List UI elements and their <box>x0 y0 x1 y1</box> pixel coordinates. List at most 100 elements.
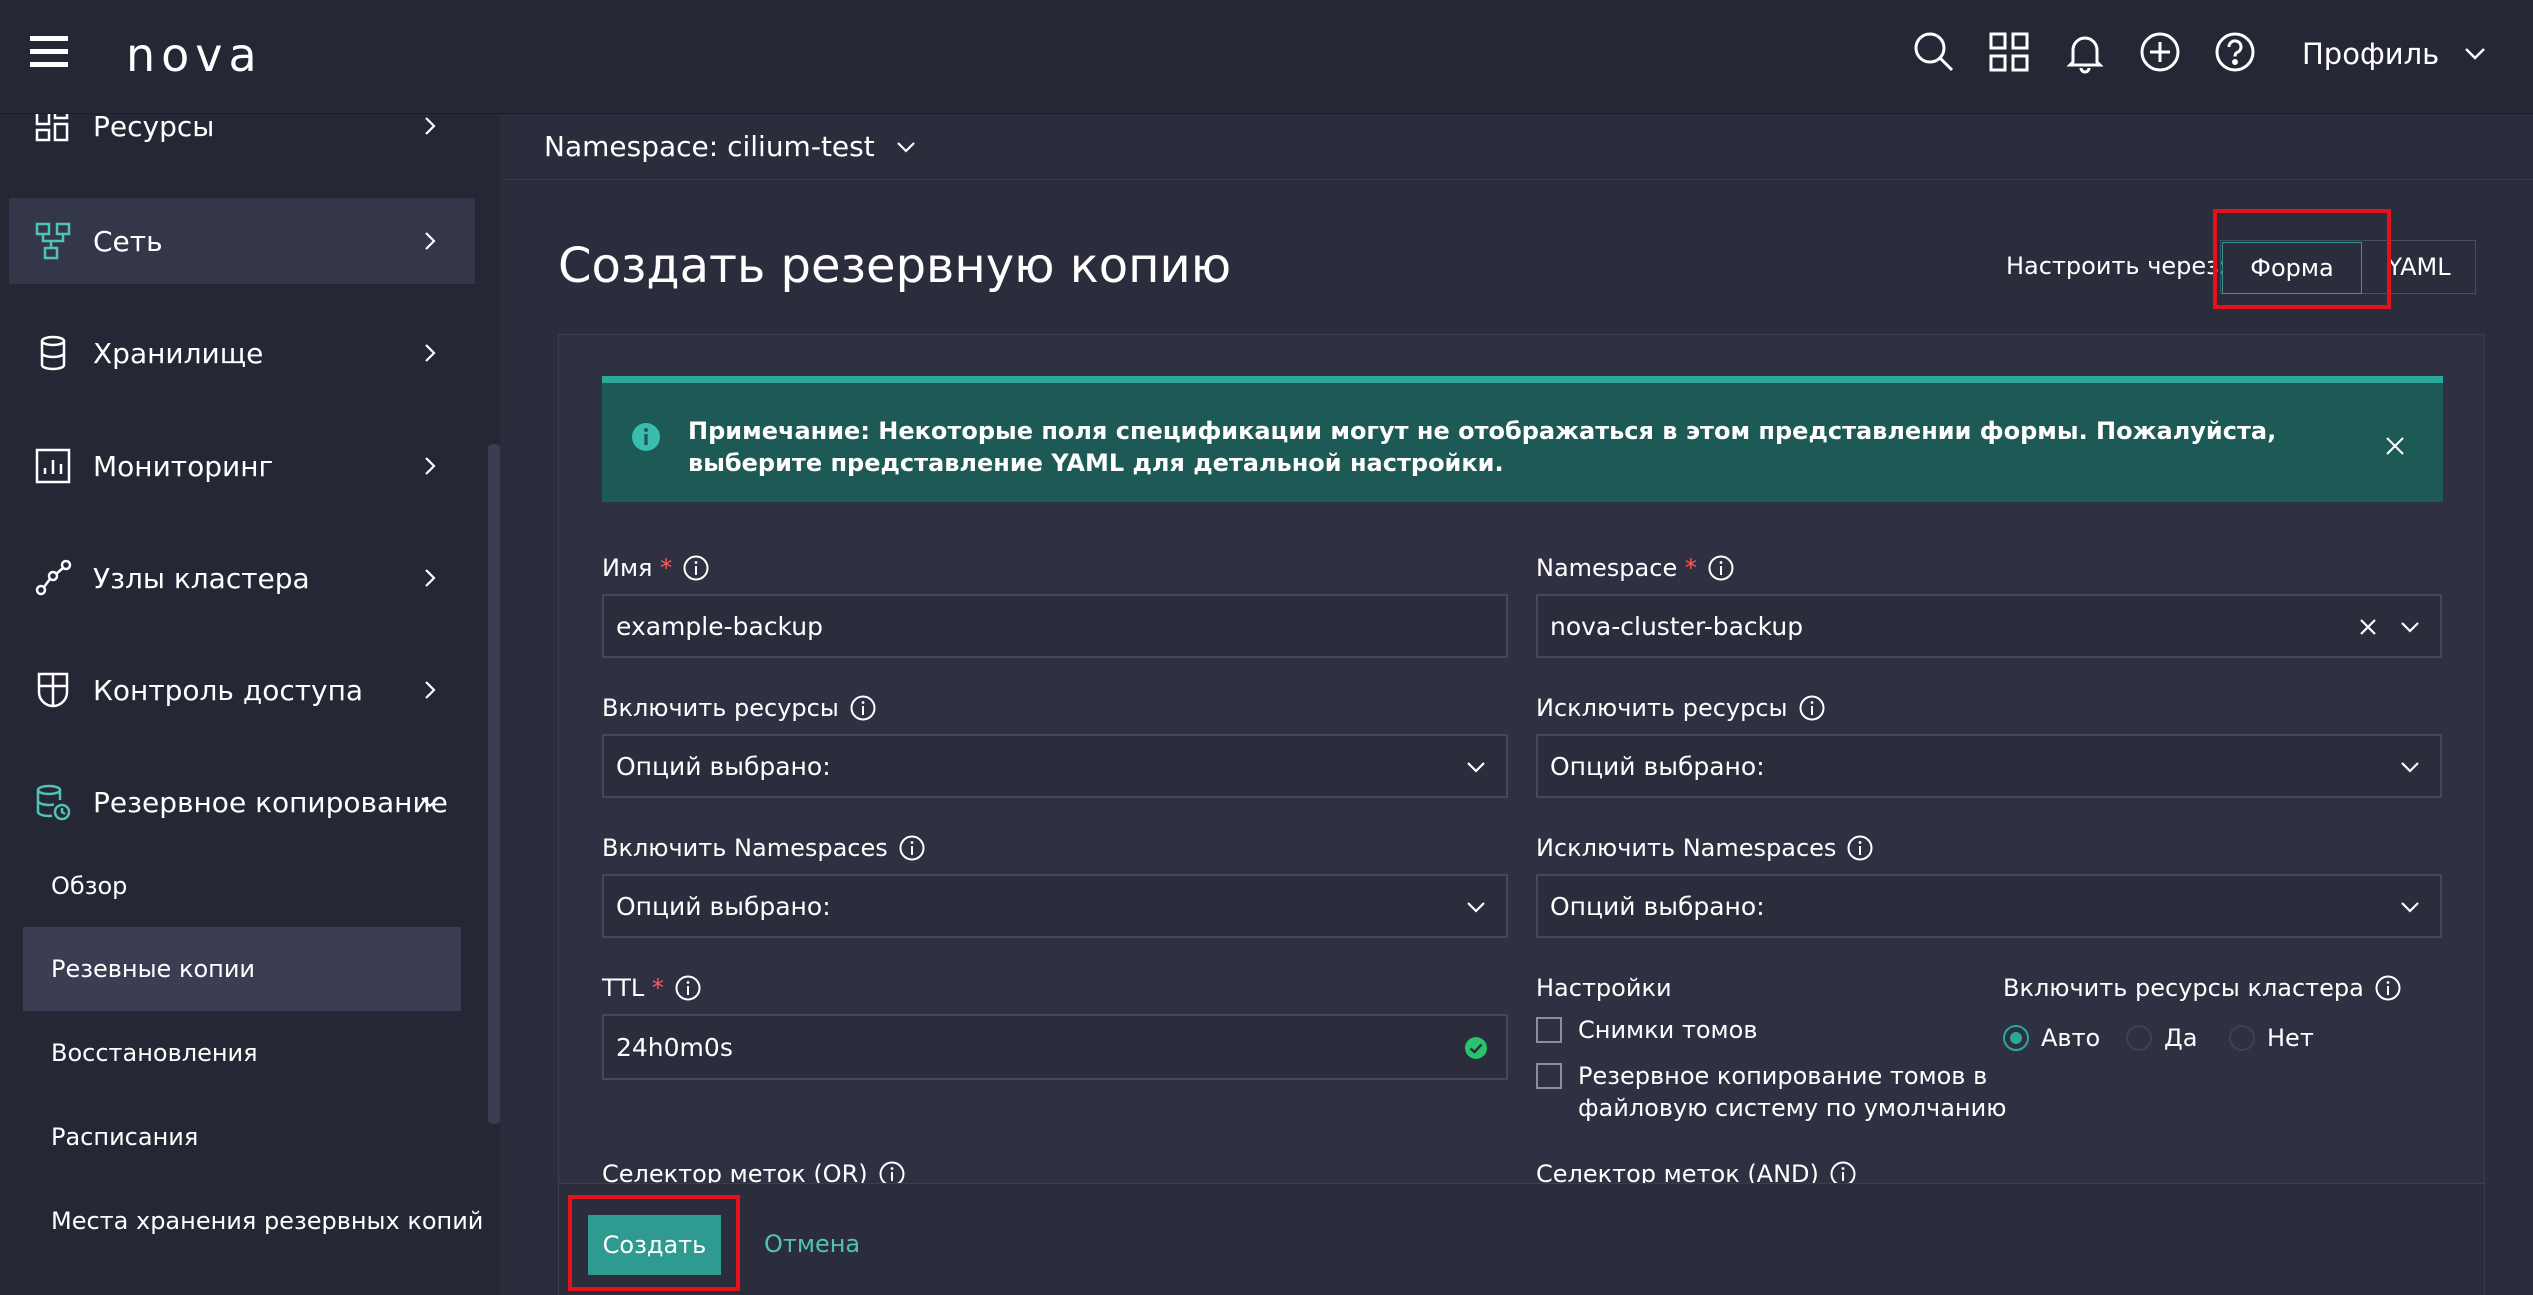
sidebar-item-monitoring[interactable]: Мониторинг <box>9 424 475 508</box>
chevron-right-icon <box>425 681 436 699</box>
search-icon[interactable] <box>1912 30 1956 74</box>
check-circle-icon <box>1465 1037 1487 1059</box>
nova-logo[interactable]: nova <box>126 28 263 82</box>
required-marker: * <box>1684 554 1697 582</box>
top-bar: nova Профиль <box>0 0 2533 114</box>
radio-button[interactable] <box>2003 1025 2029 1051</box>
notification-bell-icon[interactable] <box>2063 30 2107 74</box>
sidebar-item-label: Резервное копирование <box>93 785 448 819</box>
sidebar-item-cluster-nodes[interactable]: Узлы кластера <box>9 536 475 620</box>
namespace-selector[interactable]: Namespace: cilium-test <box>544 130 917 163</box>
sidebar-scrollbar[interactable] <box>488 444 500 1124</box>
shield-icon <box>37 672 69 708</box>
info-icon[interactable] <box>674 974 702 1002</box>
sidebar-item-storage[interactable]: Хранилище <box>9 311 475 395</box>
cluster-resources-label-text: Включить ресурсы кластера <box>2003 974 2364 1002</box>
app-grid-icon[interactable] <box>1987 30 2031 74</box>
chevron-right-icon <box>425 232 436 250</box>
sidebar-subitem-restores[interactable]: Восстановления <box>23 1011 461 1095</box>
namespace-select[interactable]: nova-cluster-backup <box>1536 594 2442 658</box>
exclude-namespaces-value: Опций выбрано: <box>1550 891 1765 921</box>
close-icon[interactable] <box>2384 435 2406 457</box>
ttl-label-text: TTL <box>602 974 645 1002</box>
chevron-right-icon <box>425 569 436 587</box>
sidebar-subitem-overview[interactable]: Обзор <box>23 844 461 928</box>
name-label: Имя * <box>602 554 710 582</box>
namespace-selector-label: Namespace: cilium-test <box>544 130 875 163</box>
chevron-down-icon <box>1467 762 1485 773</box>
exclude-namespaces-select[interactable]: Опций выбрано: <box>1536 874 2442 938</box>
info-icon <box>632 423 660 451</box>
namespace-label: Namespace * <box>1536 554 1735 582</box>
include-namespaces-label: Включить Namespaces <box>602 834 926 862</box>
sidebar-item-label: Сеть <box>93 224 163 258</box>
yaml-view-button[interactable]: YAML <box>2363 241 2475 293</box>
chevron-down-icon <box>1467 902 1485 913</box>
help-icon[interactable] <box>2213 30 2257 74</box>
info-icon[interactable] <box>1798 694 1826 722</box>
include-resources-value: Опций выбрано: <box>616 751 831 781</box>
page-title: Создать резервную копию <box>558 238 1232 294</box>
sidebar-item-backup[interactable]: Резервное копирование <box>9 760 475 844</box>
fs-backup-checkbox[interactable]: Резервное копирование томов в файловую с… <box>1536 1060 2006 1124</box>
name-input-value: example-backup <box>616 611 823 641</box>
radio-auto[interactable]: Авто <box>2003 1024 2100 1052</box>
clear-icon[interactable] <box>2358 617 2378 637</box>
info-icon[interactable] <box>898 834 926 862</box>
radio-no[interactable]: Нет <box>2229 1024 2314 1052</box>
chevron-down-icon <box>2465 48 2486 60</box>
exclude-resources-select[interactable]: Опций выбрано: <box>1536 734 2442 798</box>
view-toggle: Форма YAML <box>2220 240 2476 294</box>
radio-button[interactable] <box>2229 1025 2255 1051</box>
form-view-button[interactable]: Форма <box>2222 242 2362 294</box>
radio-yes[interactable]: Да <box>2126 1024 2197 1052</box>
ttl-label: TTL * <box>602 974 702 1002</box>
checkbox-box[interactable] <box>1536 1063 1562 1089</box>
sidebar: Ресурсы Сеть Хранилище Мониторинг Узлы к… <box>0 114 500 1295</box>
ttl-input[interactable]: 24h0m0s <box>602 1014 1508 1080</box>
required-marker: * <box>660 554 673 582</box>
sidebar-item-resources[interactable]: Ресурсы <box>9 114 475 168</box>
create-button[interactable]: Создать <box>588 1215 721 1275</box>
info-icon[interactable] <box>849 694 877 722</box>
include-resources-select[interactable]: Опций выбрано: <box>602 734 1508 798</box>
chevron-right-icon <box>425 117 436 135</box>
cancel-link[interactable]: Отмена <box>764 1230 860 1258</box>
include-namespaces-select[interactable]: Опций выбрано: <box>602 874 1508 938</box>
name-label-text: Имя <box>602 554 653 582</box>
profile-menu[interactable]: Профиль <box>2302 32 2487 76</box>
sidebar-item-access-control[interactable]: Контроль доступа <box>9 648 475 732</box>
namespace-label-text: Namespace <box>1536 554 1678 582</box>
name-input[interactable]: example-backup <box>602 594 1508 658</box>
chevron-down-icon <box>2401 622 2419 633</box>
sidebar-subitem-label: Резевные копии <box>51 955 256 983</box>
cluster-resources-label: Включить ресурсы кластера <box>2003 974 2402 1002</box>
storage-icon <box>40 335 66 371</box>
chevron-down-icon <box>421 797 439 808</box>
sidebar-item-label: Хранилище <box>93 336 264 370</box>
sidebar-subitem-storage-locations[interactable]: Места хранения резервных копий <box>23 1179 483 1263</box>
info-icon[interactable] <box>682 554 710 582</box>
info-icon[interactable] <box>1707 554 1735 582</box>
required-marker: * <box>651 974 664 1002</box>
fs-backup-label-line1: Резервное копирование томов в <box>1578 1062 1988 1090</box>
include-resources-label-text: Включить ресурсы <box>602 694 839 722</box>
info-icon[interactable] <box>2374 974 2402 1002</box>
sidebar-subitem-schedules[interactable]: Расписания <box>23 1095 461 1179</box>
chevron-right-icon <box>425 344 436 362</box>
checkbox-box[interactable] <box>1536 1017 1562 1043</box>
volume-snapshots-checkbox[interactable]: Снимки томов <box>1536 1014 1757 1046</box>
chevron-down-icon <box>896 141 915 153</box>
radio-auto-label: Авто <box>2041 1024 2101 1052</box>
radio-button[interactable] <box>2126 1025 2152 1051</box>
notice-text: Примечание: Некоторые поля спецификации … <box>688 417 2277 477</box>
configure-via-label: Настроить через: <box>2006 252 2227 280</box>
info-icon[interactable] <box>1846 834 1874 862</box>
sidebar-subitem-backups[interactable]: Резевные копии <box>23 927 461 1011</box>
sidebar-item-network[interactable]: Сеть <box>9 198 475 284</box>
settings-label: Настройки <box>1536 974 1672 1002</box>
hamburger-menu-icon[interactable] <box>30 34 70 70</box>
backup-icon <box>36 784 71 821</box>
profile-label: Профиль <box>2302 37 2440 71</box>
add-circle-icon[interactable] <box>2138 30 2182 74</box>
